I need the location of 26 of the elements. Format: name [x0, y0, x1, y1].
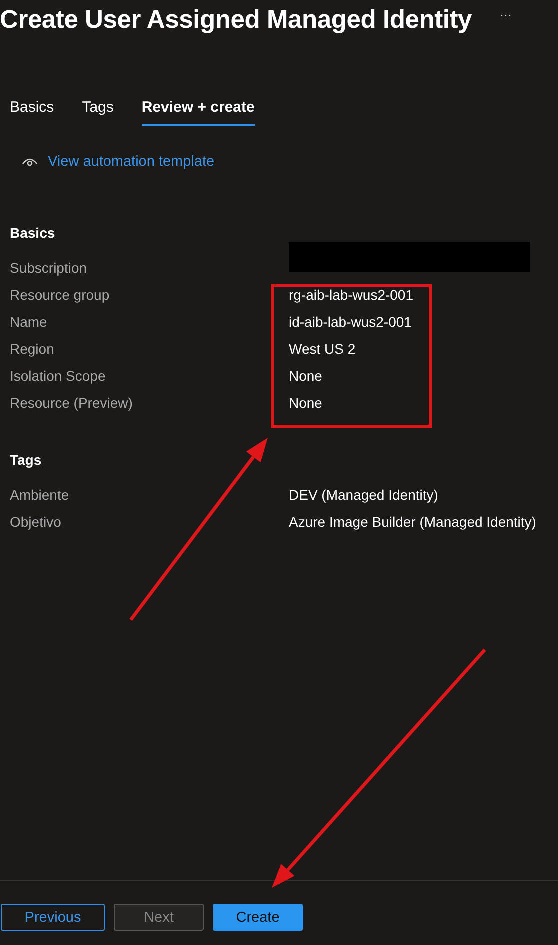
field-label: Isolation Scope — [10, 368, 106, 384]
field-label: Subscription — [10, 260, 88, 276]
view-template-link[interactable]: View automation template — [48, 154, 215, 170]
field-label: Name — [10, 314, 48, 330]
field-label: Resource group — [10, 287, 110, 303]
field-value: West US 2 — [289, 341, 356, 357]
field-label: Resource (Preview) — [10, 395, 133, 411]
field-label: Region — [10, 341, 54, 357]
tab[interactable]: Tags — [82, 99, 114, 126]
field-value: None — [289, 395, 322, 411]
section-heading: Tags — [10, 451, 43, 470]
wizard-button[interactable]: Create — [213, 904, 303, 931]
eye-icon — [22, 157, 38, 167]
field-label: Ambiente — [10, 487, 70, 503]
field-value: DEV (Managed Identity) — [289, 487, 438, 503]
page-title: Create User Assigned Managed Identity — [0, 5, 472, 36]
tab[interactable]: Review + create — [142, 99, 255, 126]
more-options-icon[interactable]: ··· — [500, 8, 512, 22]
field-value: id-aib-lab-wus2-001 — [289, 314, 412, 330]
field-value: None — [289, 368, 322, 384]
tab[interactable]: Basics — [10, 99, 54, 126]
section-heading: Basics — [10, 224, 56, 243]
field-value: rg-aib-lab-wus2-001 — [289, 287, 414, 303]
field-value: Azure Image Builder (Managed Identity) — [289, 514, 536, 530]
field-label: Objetivo — [10, 514, 62, 530]
wizard-button[interactable]: Previous — [1, 904, 105, 931]
